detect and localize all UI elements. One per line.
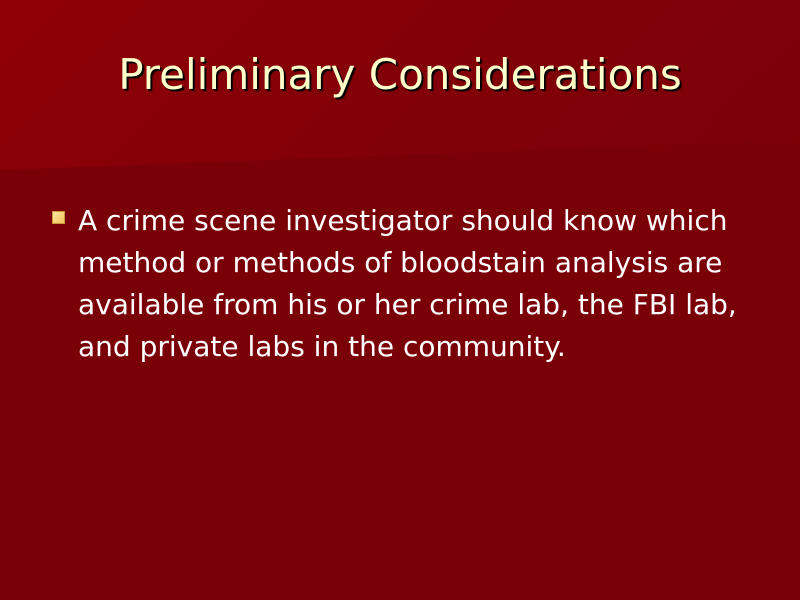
bullet-list: A crime scene investigator should know w…	[50, 200, 765, 368]
square-bullet-icon	[52, 211, 65, 224]
bullet-text: A crime scene investigator should know w…	[78, 204, 737, 363]
slide: Preliminary Considerations A crime scene…	[0, 0, 800, 600]
slide-title: Preliminary Considerations	[118, 50, 682, 99]
bullet-item: A crime scene investigator should know w…	[50, 200, 765, 368]
